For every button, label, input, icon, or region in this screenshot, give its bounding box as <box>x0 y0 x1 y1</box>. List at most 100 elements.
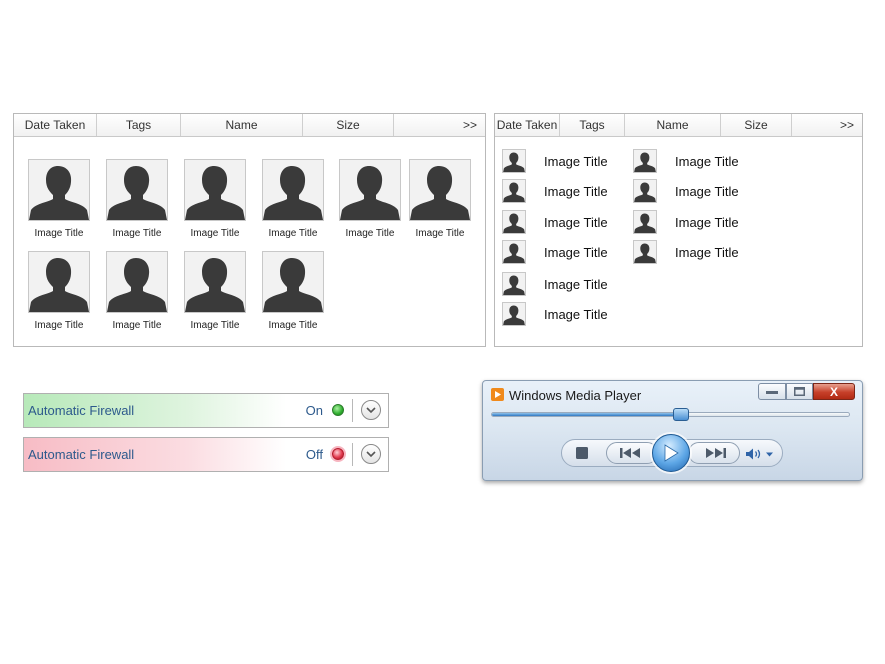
person-silhouette-icon <box>106 251 168 313</box>
column-tags[interactable]: Tags <box>560 114 625 136</box>
image-title: Image Title <box>544 183 608 199</box>
image-thumbnail[interactable]: Image Title <box>106 251 168 331</box>
image-thumbnail[interactable]: Image Title <box>184 159 246 239</box>
image-thumbnail[interactable]: Image Title <box>28 159 90 239</box>
list-item[interactable]: Image Title <box>502 209 608 235</box>
image-title: Image Title <box>544 306 608 322</box>
minimize-icon <box>766 390 778 394</box>
list-item[interactable]: Image Title <box>502 271 608 297</box>
transport-controls <box>561 434 783 472</box>
next-button[interactable] <box>688 442 740 464</box>
person-silhouette-icon <box>262 251 324 313</box>
column-size[interactable]: Size <box>303 114 394 136</box>
image-title: Image Title <box>415 228 465 239</box>
column-size[interactable]: Size <box>721 114 792 136</box>
column-name[interactable]: Name <box>625 114 721 136</box>
person-silhouette-icon <box>633 210 657 234</box>
image-thumbnail[interactable]: Image Title <box>262 251 324 331</box>
firewall-label: Automatic Firewall <box>28 403 135 418</box>
list-item[interactable]: Image Title <box>502 148 608 174</box>
person-silhouette-icon <box>28 159 90 221</box>
status-on-indicator-icon <box>332 404 344 416</box>
seek-bar[interactable] <box>491 408 850 421</box>
column-date-taken[interactable]: Date Taken <box>14 114 97 136</box>
image-title: Image Title <box>345 228 395 239</box>
next-icon <box>706 448 726 458</box>
image-thumbnail[interactable]: Image Title <box>409 159 471 239</box>
image-title: Image Title <box>190 228 240 239</box>
seek-handle[interactable] <box>673 408 690 421</box>
image-thumbnail[interactable]: Image Title <box>262 159 324 239</box>
image-title: Image Title <box>544 214 608 230</box>
chevron-down-icon[interactable] <box>361 400 381 420</box>
stop-button[interactable] <box>575 446 589 460</box>
seek-progress <box>492 413 682 416</box>
firewall-state: Off <box>305 447 323 462</box>
previous-button[interactable] <box>606 442 658 464</box>
thumbnail-view-panel: Date Taken Tags Name Size >> Image Title… <box>13 113 486 347</box>
image-title: Image Title <box>675 214 739 230</box>
close-button[interactable]: X <box>813 383 855 400</box>
person-silhouette-icon <box>502 179 526 203</box>
firewall-label: Automatic Firewall <box>28 447 135 462</box>
firewall-state: On <box>305 403 323 418</box>
person-silhouette-icon <box>633 179 657 203</box>
firewall-row-on[interactable]: Automatic Firewall On <box>23 393 389 428</box>
image-title: Image Title <box>190 320 240 331</box>
image-title: Image Title <box>268 228 318 239</box>
list-item[interactable]: Image Title <box>633 178 739 204</box>
image-title: Image Title <box>544 153 608 169</box>
play-button[interactable] <box>652 434 690 472</box>
column-header-bar: Date Taken Tags Name Size >> <box>495 114 862 137</box>
image-thumbnail[interactable]: Image Title <box>28 251 90 331</box>
person-silhouette-icon <box>409 159 471 221</box>
person-silhouette-icon <box>106 159 168 221</box>
firewall-row-off[interactable]: Automatic Firewall Off <box>23 437 389 472</box>
volume-button[interactable] <box>742 444 778 464</box>
media-player-window: Windows Media Player X <box>482 380 863 481</box>
person-silhouette-icon <box>502 210 526 234</box>
image-title: Image Title <box>268 320 318 331</box>
list-item[interactable]: Image Title <box>633 148 739 174</box>
list-item[interactable]: Image Title <box>502 178 608 204</box>
list-item[interactable]: Image Title <box>633 209 739 235</box>
list-item[interactable]: Image Title <box>502 239 608 265</box>
image-title: Image Title <box>112 228 162 239</box>
person-silhouette-icon <box>502 272 526 296</box>
image-title: Image Title <box>112 320 162 331</box>
close-icon: X <box>829 384 838 399</box>
list-view-panel: Date Taken Tags Name Size >> Image Title… <box>494 113 863 347</box>
more-columns-button[interactable]: >> <box>792 114 862 136</box>
person-silhouette-icon <box>502 149 526 173</box>
column-date-taken[interactable]: Date Taken <box>495 114 560 136</box>
list-item[interactable]: Image Title <box>502 301 608 327</box>
image-thumbnail[interactable]: Image Title <box>339 159 401 239</box>
image-title: Image Title <box>675 153 739 169</box>
image-title: Image Title <box>34 320 84 331</box>
column-tags[interactable]: Tags <box>97 114 181 136</box>
minimize-button[interactable] <box>758 383 786 400</box>
column-name[interactable]: Name <box>181 114 303 136</box>
maximize-icon <box>794 387 805 396</box>
image-thumbnail[interactable]: Image Title <box>184 251 246 331</box>
person-silhouette-icon <box>262 159 324 221</box>
volume-icon <box>746 448 773 460</box>
person-silhouette-icon <box>184 159 246 221</box>
chevron-down-icon[interactable] <box>361 444 381 464</box>
divider <box>352 443 353 466</box>
app-icon <box>491 388 504 401</box>
image-title: Image Title <box>675 183 739 199</box>
stop-icon <box>576 447 588 459</box>
image-title: Image Title <box>675 244 739 260</box>
person-silhouette-icon <box>28 251 90 313</box>
image-thumbnail[interactable]: Image Title <box>106 159 168 239</box>
image-title: Image Title <box>544 244 608 260</box>
play-icon <box>664 444 679 462</box>
more-columns-button[interactable]: >> <box>394 114 485 136</box>
person-silhouette-icon <box>184 251 246 313</box>
person-silhouette-icon <box>339 159 401 221</box>
list-item[interactable]: Image Title <box>633 239 739 265</box>
person-silhouette-icon <box>633 240 657 264</box>
maximize-button[interactable] <box>786 383 813 400</box>
divider <box>352 399 353 422</box>
